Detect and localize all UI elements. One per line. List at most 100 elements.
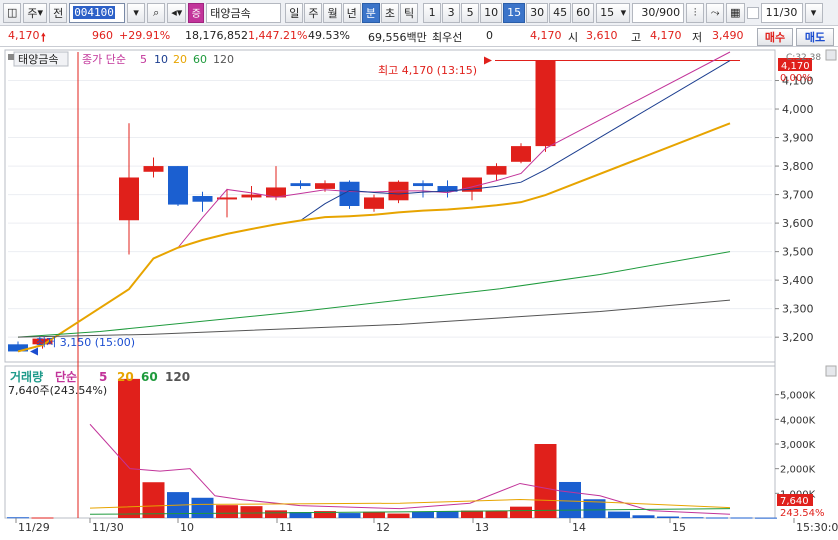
ma-legend-10: 10 xyxy=(154,53,168,66)
vol-ma-legend-120: 120 xyxy=(165,370,190,384)
open-label: 시 xyxy=(568,31,579,44)
indicator-icon[interactable]: ⫶ xyxy=(686,2,705,23)
count-display[interactable]: 30/900 xyxy=(632,2,685,23)
date-checkbox[interactable] xyxy=(746,6,759,19)
interval-select-value: 15 xyxy=(600,6,615,19)
period-buttons: 일주월년분초틱 xyxy=(285,2,419,23)
candle-body xyxy=(535,60,556,147)
price-tick-label: 3,400 xyxy=(782,274,814,287)
volume-ma-title: 단순 xyxy=(55,369,77,384)
volume-bar xyxy=(534,444,557,518)
low-annotation: 최저 3,150 (15:00) xyxy=(36,336,135,349)
interval-button-60[interactable]: 60 xyxy=(572,2,595,23)
high-price: 4,170 xyxy=(650,29,682,42)
x-tick-label: 11/29 xyxy=(18,521,50,534)
price-change-pct: +29.91% xyxy=(119,29,171,42)
interval-button-5[interactable]: 5 xyxy=(461,2,480,23)
vol-ma-legend-5: 5 xyxy=(99,370,107,384)
period-button-5[interactable]: 초 xyxy=(380,2,399,23)
x-tick-label: 13 xyxy=(475,521,489,534)
code-dropdown-icon[interactable]: ▾ xyxy=(127,2,146,23)
buy-button[interactable]: 매수 xyxy=(757,28,793,46)
volume-bar xyxy=(681,517,704,519)
last-volume-badge-text: 7,640 xyxy=(780,496,809,507)
candle-body xyxy=(192,196,213,202)
volume-bar xyxy=(510,506,532,518)
price-tick-label: 3,900 xyxy=(782,132,814,145)
search-icon[interactable]: ⌕ xyxy=(147,2,166,23)
interval-button-1[interactable]: 1 xyxy=(423,2,442,23)
candle-body xyxy=(511,146,531,162)
stock-label: 태양금속 xyxy=(18,53,58,66)
ma-legend-120: 120 xyxy=(213,53,234,66)
quote-bar: 4,170 🠕 960 +29.91% 18,176,852 1,447.21%… xyxy=(0,27,838,47)
stock-code-input[interactable]: 004100 xyxy=(69,2,126,23)
period-button-4[interactable]: 분 xyxy=(361,2,380,23)
volume-value: 18,176,852 xyxy=(185,29,248,42)
interval-select[interactable]: 15 ▾ xyxy=(596,2,631,23)
pct-label: 0.00% xyxy=(780,73,812,84)
chart-type-icon[interactable]: ◫ xyxy=(3,2,22,23)
volume-bar xyxy=(191,497,214,518)
price-tick-label: 3,800 xyxy=(782,160,814,173)
period-button-1[interactable]: 주 xyxy=(304,2,323,23)
candle-body xyxy=(290,183,311,187)
x-tick-label: 15:30:00 xyxy=(796,521,838,534)
volume-title: 거래량 xyxy=(10,369,43,384)
candle-body xyxy=(143,166,164,172)
period-button-3[interactable]: 년 xyxy=(342,2,361,23)
turnover-ratio: 49.53% xyxy=(308,29,350,42)
date-field[interactable]: 11/30 xyxy=(760,2,803,23)
x-tick-label: 15 xyxy=(672,521,686,534)
volume-bar xyxy=(363,511,385,518)
volume-panel-scroll-icon[interactable] xyxy=(825,365,837,377)
trend-icon[interactable]: ⤳ xyxy=(706,2,725,23)
open-price: 3,610 xyxy=(586,29,618,42)
price-change: 960 xyxy=(92,29,113,42)
x-tick-label: 11 xyxy=(279,521,293,534)
volume-tick-label: 2,000K xyxy=(780,465,816,476)
type-select[interactable]: 주 ▾ xyxy=(23,2,48,23)
volume-bar xyxy=(412,511,434,518)
high-annotation: 최고 4,170 (13:15) xyxy=(378,64,477,77)
priority-value: 0 xyxy=(486,29,493,42)
high-label: 고 xyxy=(631,31,642,44)
volume-bar xyxy=(632,515,655,518)
ma-legend-5: 5 xyxy=(140,53,147,66)
panel-handle-icon[interactable] xyxy=(8,54,14,60)
price-tick-label: 3,700 xyxy=(782,189,814,202)
price-tick-label: 3,600 xyxy=(782,217,814,230)
speaker-icon[interactable]: ◂▾ xyxy=(167,2,187,23)
interval-button-15[interactable]: 15 xyxy=(503,2,526,23)
up-arrow-icon: 🠕 xyxy=(41,31,46,44)
chart-area[interactable]: 3,200 3,300 3,400 3,500 3,600 3,700 3,800 3,900… xyxy=(0,48,838,540)
stock-name-field[interactable]: 태양금속 xyxy=(206,2,282,23)
period-button-0[interactable]: 일 xyxy=(285,2,304,23)
interval-button-45[interactable]: 45 xyxy=(549,2,572,23)
volume-bar xyxy=(755,517,777,519)
sell-button[interactable]: 매도 xyxy=(796,28,834,46)
volume-bar xyxy=(118,378,140,518)
calendar-icon[interactable]: ▦ xyxy=(726,2,745,23)
interval-button-3[interactable]: 3 xyxy=(442,2,461,23)
date-picker-icon[interactable]: ▾ xyxy=(804,2,823,23)
interval-button-30[interactable]: 30 xyxy=(526,2,549,23)
x-tick-label: 10 xyxy=(180,521,194,534)
interval-button-10[interactable]: 10 xyxy=(480,2,503,23)
ma-legend-20: 20 xyxy=(173,53,187,66)
period-button-6[interactable]: 틱 xyxy=(399,2,419,23)
period-button-2[interactable]: 월 xyxy=(323,2,342,23)
volume-bar xyxy=(706,517,728,519)
candle-body xyxy=(413,183,433,187)
x-tick-label: 14 xyxy=(572,521,586,534)
toolbar: ◫ 주 ▾ 전 004100 ▾ ⌕ ◂▾ 증 태양금속 일주월년분초틱 1351… xyxy=(0,0,838,26)
prefix-button[interactable]: 전 xyxy=(49,2,68,23)
candle-body xyxy=(119,177,139,221)
x-tick-label: 11/30 xyxy=(92,521,124,534)
candle-body xyxy=(486,166,507,175)
x-tick-label: 12 xyxy=(376,521,390,534)
volume-tick-label: 4,000K xyxy=(780,415,816,426)
volume-bar xyxy=(730,517,753,519)
price-panel-scroll-icon[interactable] xyxy=(825,49,837,61)
volume-bar xyxy=(31,517,54,519)
